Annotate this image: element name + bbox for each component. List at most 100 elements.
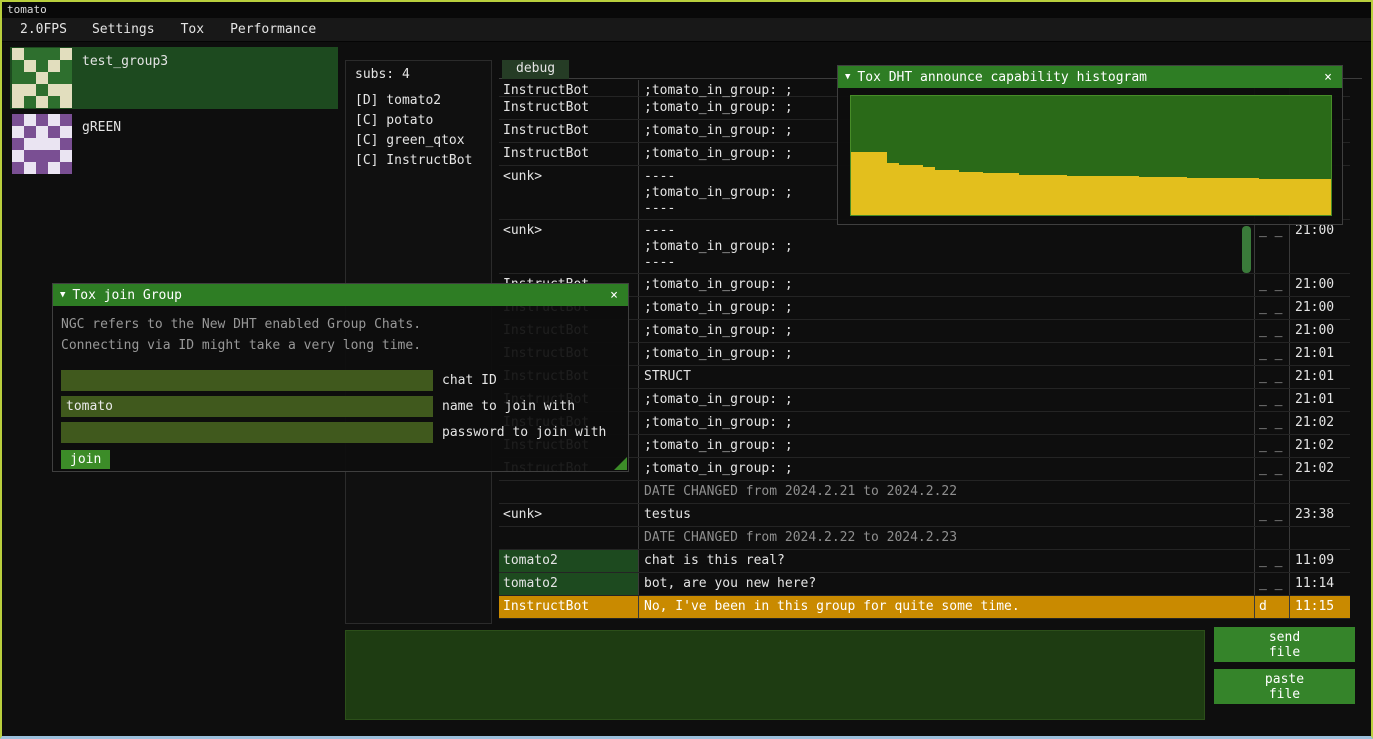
histogram-bar [1187, 178, 1199, 215]
histogram-bar [1043, 175, 1055, 215]
join-field-join-password: password to join with [61, 422, 620, 443]
chat-message-row: tomato2chat is this real?_ _11:09 [499, 550, 1350, 573]
join-password-label: password to join with [442, 425, 606, 440]
message-flags: _ _ [1255, 458, 1290, 480]
paste-file-button[interactable]: paste file [1214, 669, 1355, 704]
histogram-bar [851, 152, 863, 215]
avatar-pixel [60, 114, 72, 126]
histogram-bar [959, 172, 971, 215]
menu-tox[interactable]: Tox [168, 18, 217, 42]
subs-list: [D] tomato2[C] potato[C] green_qtox[C] I… [355, 91, 482, 171]
window-title: tomato [7, 3, 47, 16]
message-sender: tomato2 [499, 550, 639, 572]
message-sender: tomato2 [499, 573, 639, 595]
histogram-bar [1091, 176, 1103, 215]
join-group-window: ▼ Tox join Group × NGC refers to the New… [52, 283, 629, 472]
message-sender: <unk> [499, 220, 639, 273]
histogram-bar [1199, 178, 1211, 215]
menu-performance[interactable]: Performance [217, 18, 329, 42]
message-flags: _ _ [1255, 435, 1290, 457]
sidebar-group-test_group3[interactable]: test_group3 [10, 47, 338, 109]
message-sender [499, 481, 639, 503]
message-timestamp: 21:01 [1290, 343, 1350, 365]
chat-scrollbar[interactable] [1242, 226, 1251, 273]
subs-list-item[interactable]: [C] green_qtox [355, 131, 482, 151]
message-sender [499, 527, 639, 549]
message-timestamp: 11:14 [1290, 573, 1350, 595]
avatar-pixel [24, 60, 36, 72]
message-text: ;tomato_in_group: ; [639, 320, 1255, 342]
avatar-pixel [36, 162, 48, 174]
avatar-pixel [60, 48, 72, 60]
join-fields: chat IDname to join withpassword to join… [61, 370, 620, 443]
avatar-pixel [36, 138, 48, 150]
histogram-title: Tox DHT announce capability histogram [857, 70, 1321, 85]
chat-message-row: <unk>---- ;tomato_in_group: ; ----_ _21:… [499, 220, 1350, 274]
subs-list-item[interactable]: [C] potato [355, 111, 482, 131]
message-sender: <unk> [499, 166, 639, 219]
histogram-bar [1127, 176, 1139, 215]
avatar-pixel [12, 60, 24, 72]
avatar-pixel [12, 162, 24, 174]
message-timestamp: 23:38 [1290, 504, 1350, 526]
subs-list-item[interactable]: [C] InstructBot [355, 151, 482, 171]
send-file-button[interactable]: send file [1214, 627, 1355, 662]
sidebar-group-gREEN[interactable]: gREEN [10, 113, 338, 175]
collapse-arrow-icon[interactable]: ▼ [60, 290, 65, 300]
message-sender: InstructBot [499, 97, 639, 119]
chat-message-row: <unk>testus_ _23:38 [499, 504, 1350, 527]
histogram-bar [1079, 176, 1091, 215]
resize-grip[interactable] [614, 457, 627, 470]
avatar-pixel [60, 72, 72, 84]
message-text: ---- ;tomato_in_group: ; ---- [639, 220, 1255, 273]
avatar-pixel [36, 150, 48, 162]
message-timestamp [1290, 481, 1350, 503]
join-name-input[interactable] [61, 396, 433, 417]
histogram-bar [1307, 179, 1319, 215]
histogram-bar [1319, 179, 1331, 215]
message-flags: d [1255, 596, 1290, 618]
message-text: chat is this real? [639, 550, 1255, 572]
message-sender: InstructBot [499, 596, 639, 618]
message-text: No, I've been in this group for quite so… [639, 596, 1255, 618]
close-icon[interactable]: × [1321, 70, 1335, 85]
message-text: DATE CHANGED from 2024.2.22 to 2024.2.23 [639, 527, 1255, 549]
message-sender: InstructBot [499, 80, 639, 96]
message-text: STRUCT [639, 366, 1255, 388]
avatar-pixel [12, 72, 24, 84]
histogram-bar [983, 173, 995, 215]
histogram-bar [1055, 175, 1067, 215]
histogram-bar [947, 170, 959, 215]
chat-id-input[interactable] [61, 370, 433, 391]
tab-debug[interactable]: debug [502, 60, 569, 79]
join-button[interactable]: join [61, 450, 110, 469]
avatar-pixel [12, 138, 24, 150]
join-field-chat-id: chat ID [61, 370, 620, 391]
close-icon[interactable]: × [607, 288, 621, 303]
menu-settings[interactable]: Settings [79, 18, 168, 42]
avatar-pixel [12, 114, 24, 126]
join-password-input[interactable] [61, 422, 433, 443]
collapse-arrow-icon[interactable]: ▼ [845, 72, 850, 82]
message-flags: _ _ [1255, 412, 1290, 434]
subs-list-item[interactable]: [D] tomato2 [355, 91, 482, 111]
histogram-bar [1007, 173, 1019, 215]
message-text: ;tomato_in_group: ; [639, 389, 1255, 411]
histogram-bar [1115, 176, 1127, 215]
message-flags: _ _ [1255, 550, 1290, 572]
window-titlebar: tomato [2, 2, 1371, 18]
message-flags [1255, 527, 1290, 549]
histogram-window: ▼ Tox DHT announce capability histogram … [837, 65, 1343, 225]
avatar-pixel [24, 126, 36, 138]
message-flags: _ _ [1255, 297, 1290, 319]
histogram-bar [995, 173, 1007, 215]
histogram-bar [1175, 177, 1187, 215]
avatar-pixel [60, 60, 72, 72]
histogram-bar [1271, 179, 1283, 215]
message-input[interactable] [345, 630, 1205, 720]
message-timestamp: 21:00 [1290, 320, 1350, 342]
join-group-titlebar: ▼ Tox join Group × [53, 284, 628, 306]
message-timestamp: 11:15 [1290, 596, 1350, 618]
avatar-pixel [60, 138, 72, 150]
histogram-bar [935, 170, 947, 215]
